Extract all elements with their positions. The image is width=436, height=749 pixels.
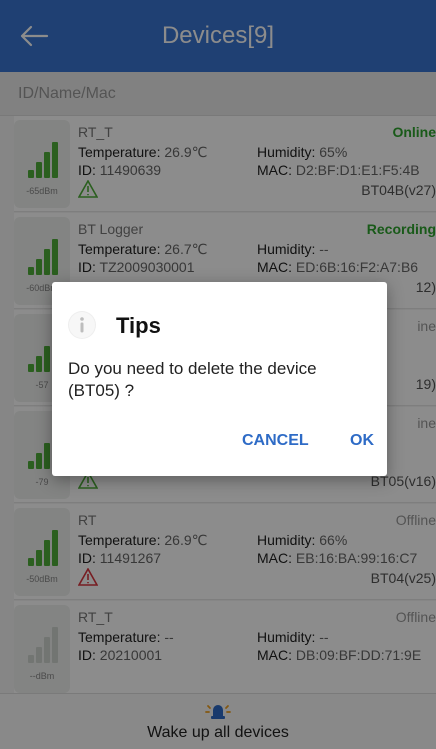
cancel-button[interactable]: CANCEL	[242, 432, 309, 450]
dialog-message: Do you need to delete the device (BT05) …	[68, 359, 317, 400]
dialog-title: Tips	[116, 313, 161, 338]
app-screen: Devices[9] -65dBm RT_T Online Temperatur…	[0, 0, 436, 749]
info-icon	[68, 311, 96, 339]
delete-confirm-dialog: Tips Do you need to delete the device (B…	[52, 282, 387, 476]
ok-button[interactable]: OK	[350, 432, 374, 450]
